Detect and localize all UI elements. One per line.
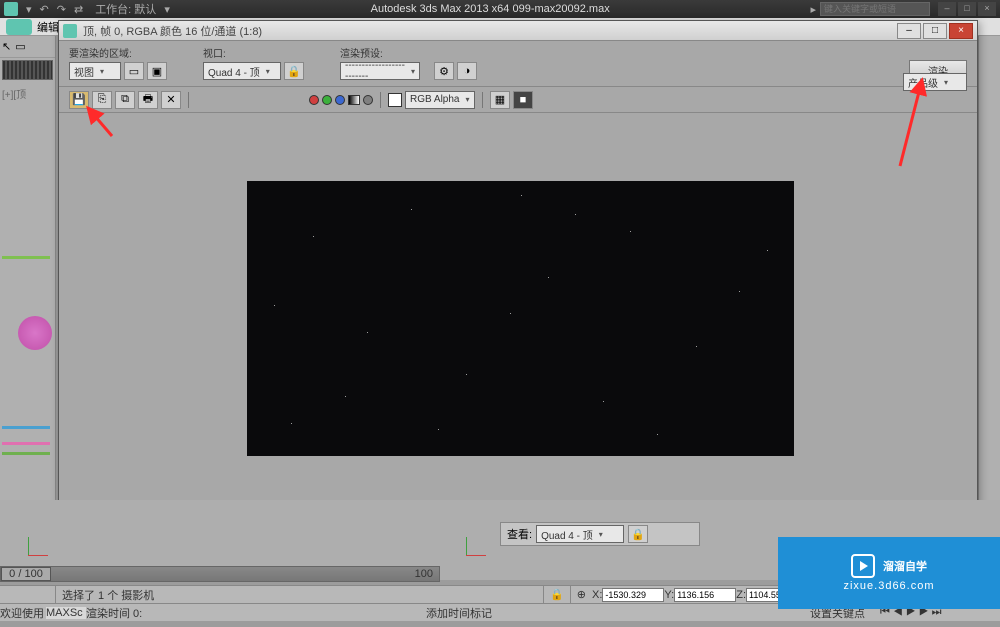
render-controls-row2: 💾 ⎘ ⧉ 🖶 ✕ RGB Alpha ▦ ■ xyxy=(59,87,977,113)
toggle-overlay-b-icon[interactable]: ■ xyxy=(513,91,533,109)
status-selection: 选择了 1 个 摄影机 xyxy=(56,586,544,603)
select-region-icon[interactable]: ▭ xyxy=(15,40,25,53)
viewport-label-text: 视口: xyxy=(203,45,304,60)
render-maximize-button[interactable]: □ xyxy=(923,23,947,39)
file-icon[interactable]: ▾ xyxy=(26,3,32,16)
preset-dropdown[interactable]: ------------------------- xyxy=(340,62,420,80)
strip-a xyxy=(2,256,50,259)
left-panel: ↖ ▭ [+][顶 xyxy=(0,36,56,576)
channel-dropdown[interactable]: RGB Alpha xyxy=(405,91,475,109)
separator xyxy=(380,92,381,108)
render-frame-window: 顶, 帧 0, RGBA 颜色 16 位/通道 (1:8) – □ × 要渲染的… xyxy=(58,20,978,522)
play-logo-icon xyxy=(851,554,875,578)
print-icon[interactable]: 🖶 xyxy=(138,91,158,109)
render-titlebar[interactable]: 顶, 帧 0, RGBA 颜色 16 位/通道 (1:8) – □ × xyxy=(59,21,977,41)
watermark-url: zixue.3d66.com xyxy=(843,580,934,592)
red-channel-swatch[interactable] xyxy=(309,95,319,105)
lock-view-icon[interactable]: 🔒 xyxy=(628,525,648,543)
status-none xyxy=(0,586,56,603)
render-time-label: 渲染时间 0: xyxy=(86,605,426,621)
frame-marker[interactable]: 0 / 100 xyxy=(1,567,51,581)
viewport-label[interactable]: [+][顶 xyxy=(0,82,55,105)
axis-gizmo-center xyxy=(450,525,486,561)
green-channel-swatch[interactable] xyxy=(322,95,332,105)
status-lock-icon[interactable]: 🔒 xyxy=(544,586,571,603)
render-area-group: 要渲染的区域: 视图 ▭ ▣ xyxy=(69,45,167,80)
maximize-button[interactable]: □ xyxy=(958,2,976,16)
coord-globe-icon[interactable]: ⊕ xyxy=(577,588,586,601)
region-crop-icon[interactable]: ▣ xyxy=(147,62,167,80)
strip-d xyxy=(2,452,50,455)
view-panel: 查看: Quad 4 - 顶 🔒 xyxy=(500,522,700,546)
render-controls-row1: 要渲染的区域: 视图 ▭ ▣ 视口: Quad 4 - 顶 🔒 渲染预设: --… xyxy=(59,41,977,87)
preset-label: 渲染预设: xyxy=(340,45,477,60)
watermark-brand: 溜溜自学 xyxy=(883,558,927,574)
viewport-dropdown[interactable]: Quad 4 - 顶 xyxy=(203,62,281,80)
copy-image-icon[interactable]: ⎘ xyxy=(92,91,112,109)
render-area-label: 要渲染的区域: xyxy=(69,45,167,60)
strip-c xyxy=(2,442,50,445)
render-window-icon xyxy=(63,24,77,38)
render-setup-icon[interactable]: ⚙ xyxy=(434,62,454,80)
axis-gizmo-left xyxy=(12,525,48,561)
main-titlebar: ▾ ↶ ↷ ⇄ 工作台: 默认 ▾ Autodesk 3ds Max 2013 … xyxy=(0,0,1000,18)
minimize-button[interactable]: – xyxy=(938,2,956,16)
coord-x-input[interactable] xyxy=(602,588,664,602)
close-button[interactable]: × xyxy=(978,2,996,16)
viewport-group: 视口: Quad 4 - 顶 🔒 xyxy=(203,45,304,80)
lock-viewport-icon[interactable]: 🔒 xyxy=(284,62,304,80)
toggle-overlay-a-icon[interactable]: ▦ xyxy=(490,91,510,109)
main-window-controls: – □ × xyxy=(938,2,996,16)
timeline[interactable]: 0 / 100 100 xyxy=(0,566,440,582)
save-image-button[interactable]: 💾 xyxy=(69,91,89,109)
workspace-label[interactable]: 工作台: 默认 xyxy=(95,1,156,17)
main-quick-toolbar: ▾ ↶ ↷ ⇄ xyxy=(26,3,83,16)
link-icon[interactable]: ⇄ xyxy=(74,3,83,16)
render-minimize-button[interactable]: – xyxy=(897,23,921,39)
render-close-button[interactable]: × xyxy=(949,23,973,39)
render-output-viewport[interactable] xyxy=(247,181,794,456)
right-panel xyxy=(978,36,1000,526)
add-time-tag[interactable]: 添加时间标记 xyxy=(426,605,810,621)
welcome-label: 欢迎使用 xyxy=(0,605,46,621)
render-area-dropdown[interactable]: 视图 xyxy=(69,62,121,80)
coord-y-input[interactable] xyxy=(674,588,736,602)
bg-color-swatch[interactable] xyxy=(388,93,402,107)
preset-group: 渲染预设: ------------------------- ⚙ ◑ xyxy=(340,45,477,80)
undo-icon[interactable]: ↶ xyxy=(40,3,49,16)
watermark: 溜溜自学 zixue.3d66.com xyxy=(778,537,1000,609)
mono-channel-icon[interactable] xyxy=(348,95,360,105)
separator xyxy=(188,92,189,108)
blue-channel-swatch[interactable] xyxy=(335,95,345,105)
script-listener[interactable]: MAXSc xyxy=(46,607,86,619)
app-menu-button[interactable] xyxy=(6,19,32,35)
redo-icon[interactable]: ↷ xyxy=(57,3,66,16)
app-title: Autodesk 3ds Max 2013 x64 099-max20092.m… xyxy=(170,3,811,15)
view-label: 查看: xyxy=(507,526,532,542)
viewport-object xyxy=(18,316,52,350)
film-strip xyxy=(2,60,53,80)
view-dropdown[interactable]: Quad 4 - 顶 xyxy=(536,525,624,543)
app-logo-icon[interactable] xyxy=(4,2,18,16)
separator xyxy=(482,92,483,108)
production-dropdown[interactable]: 产品级 xyxy=(903,73,967,91)
environment-icon[interactable]: ◑ xyxy=(457,62,477,80)
timeline-end: 100 xyxy=(415,568,433,580)
clone-frame-icon[interactable]: ⧉ xyxy=(115,91,135,109)
alpha-channel-swatch[interactable] xyxy=(363,95,373,105)
search-input[interactable] xyxy=(820,2,930,16)
region-rect-icon[interactable]: ▭ xyxy=(124,62,144,80)
select-tool-icon[interactable]: ↖ xyxy=(2,40,11,53)
strip-b xyxy=(2,426,50,429)
render-window-title: 顶, 帧 0, RGBA 颜色 16 位/通道 (1:8) xyxy=(83,23,895,39)
clear-icon[interactable]: ✕ xyxy=(161,91,181,109)
arrow-right-icon: ▸ xyxy=(810,3,816,16)
